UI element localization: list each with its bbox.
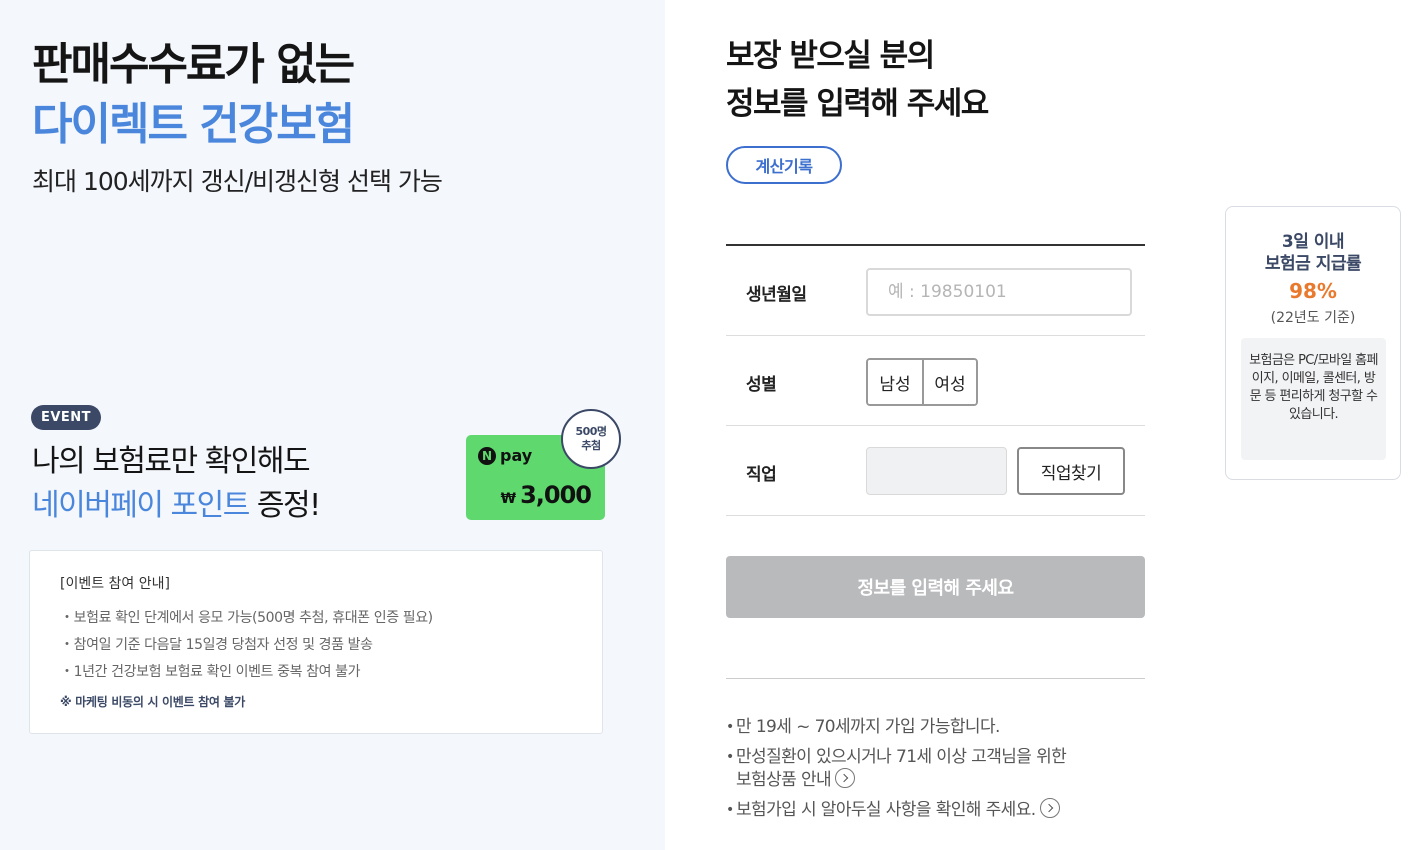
notice-item: 1년간 건강보험 보험료 확인 이벤트 중복 참여 불가 xyxy=(60,659,433,686)
gender-toggle: 남성 여성 xyxy=(866,358,978,406)
event-badge: EVENT xyxy=(31,405,101,430)
chevron-right-circle-icon[interactable] xyxy=(835,768,856,788)
birth-row: 생년월일 xyxy=(726,246,1145,336)
info-item-chronic: 만성질환이 있으시거나 71세 이상 고객님을 위한보험상품 안내 xyxy=(726,746,1067,792)
gender-label: 성별 xyxy=(746,375,777,395)
birth-date-input[interactable] xyxy=(866,268,1132,316)
info-item-chronic-text: 만성질환이 있으시거나 71세 이상 고객님을 위한 xyxy=(736,747,1067,767)
job-label: 직업 xyxy=(746,465,777,485)
draw-count-badge: 500명 추첨 xyxy=(561,409,621,469)
event-notice-box: [이벤트 참여 안내] 보험료 확인 단계에서 응모 가능(500명 추첨, 휴… xyxy=(29,550,603,734)
join-notice-link[interactable]: 보험가입 시 알아두실 사항을 확인해 주세요. xyxy=(736,800,1036,820)
event-title-rest: 증정! xyxy=(248,488,321,523)
divider xyxy=(726,678,1145,679)
job-search-button[interactable]: 직업찾기 xyxy=(1017,447,1125,495)
claim-channel-note: 보험금은 PC/모바일 홈페이지, 이메일, 콜센터, 방문 등 편리하게 청구… xyxy=(1241,338,1386,460)
notice-warning: ※ 마케팅 비동의 시 이벤트 참여 불가 xyxy=(60,695,245,709)
birth-label: 생년월일 xyxy=(746,285,807,305)
claim-card-title-line2: 보험금 지급률 xyxy=(1264,254,1362,274)
info-item-age: 만 19세 ~ 70세까지 가입 가능합니다. xyxy=(726,716,1066,739)
gender-male-button[interactable]: 남성 xyxy=(868,360,922,404)
gender-row: 성별 남성 여성 xyxy=(726,336,1145,426)
draw-count: 500명 xyxy=(575,425,607,438)
notice-list: 보험료 확인 단계에서 응모 가능(500명 추첨, 휴대폰 인증 필요) 참여… xyxy=(60,605,434,686)
npay-amount: ₩ 3,000 xyxy=(500,481,592,509)
npay-n-icon: N xyxy=(478,446,496,465)
claim-rate-card: 3일 이내 보험금 지급률 98% (22년도 기준) 보험금은 PC/모바일 … xyxy=(1225,206,1401,480)
promo-panel: 판매수수료가 없는 다이렉트 건강보험 최대 100세까지 갱신/비갱신형 선택… xyxy=(0,0,665,850)
notice-title: [이벤트 참여 안내] xyxy=(60,576,170,592)
form-title-line2: 정보를 입력해 주세요 xyxy=(726,86,989,122)
notice-item: 보험료 확인 단계에서 응모 가능(500명 추첨, 휴대폰 인증 필요) xyxy=(60,605,434,632)
won-icon: ₩ xyxy=(500,491,517,507)
npay-amount-value: 3,000 xyxy=(520,481,592,509)
npay-logo-text: pay xyxy=(500,446,533,465)
claim-rate-basis: (22년도 기준) xyxy=(1270,310,1356,326)
chevron-right-circle-icon[interactable] xyxy=(1039,798,1060,818)
job-row: 직업 직업찾기 xyxy=(726,426,1145,516)
submit-button[interactable]: 정보를 입력해 주세요 xyxy=(726,556,1145,618)
product-guide-link[interactable]: 보험상품 안내 xyxy=(736,770,832,790)
event-title-line2: 네이버페이 포인트 증정! xyxy=(32,480,321,524)
gender-female-button[interactable]: 여성 xyxy=(922,360,976,404)
hero-title-line2: 다이렉트 건강보험 xyxy=(32,99,355,150)
calc-history-button[interactable]: 계산기록 xyxy=(726,146,842,184)
info-list: 만 19세 ~ 70세까지 가입 가능합니다. 만성질환이 있으시거나 71세 … xyxy=(726,716,1067,829)
form-title-line1: 보장 받으실 분의 xyxy=(726,38,935,74)
npay-logo: N pay xyxy=(478,446,532,465)
event-title-highlight: 네이버페이 포인트 xyxy=(32,488,250,523)
event-title-line1: 나의 보험료만 확인해도 xyxy=(32,444,311,479)
info-item-notice: 보험가입 시 알아두실 사항을 확인해 주세요. xyxy=(726,798,1066,822)
claim-rate-value: 98% xyxy=(1289,279,1337,303)
notice-item: 참여일 기준 다음달 15일경 당첨자 선정 및 경품 발송 xyxy=(60,632,433,659)
hero-subtitle: 최대 100세까지 갱신/비갱신형 선택 가능 xyxy=(32,167,443,196)
job-field[interactable] xyxy=(866,447,1007,495)
info-form: 생년월일 성별 남성 여성 직업 직업찾기 xyxy=(726,244,1145,516)
draw-label: 추첨 xyxy=(581,439,601,452)
hero-title-line1: 판매수수료가 없는 xyxy=(32,39,355,90)
